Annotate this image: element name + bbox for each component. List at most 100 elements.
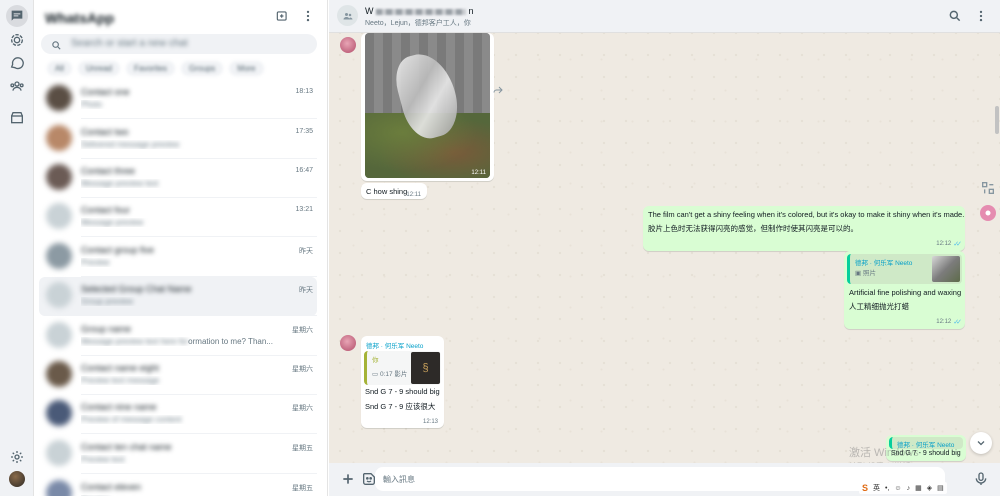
quoted-thumbnail xyxy=(932,256,960,282)
ime-toolbar[interactable]: S 英 •, ☺ ♪ ▦ ◈ ▤ xyxy=(859,482,947,494)
chat-preview: Delivered message preview xyxy=(81,140,311,149)
chat-list-item[interactable]: Contact elevenPreview星期五 xyxy=(39,475,317,496)
sender-avatar[interactable] xyxy=(340,37,356,53)
avatar[interactable] xyxy=(46,480,72,496)
chat-time: 13:21 xyxy=(295,206,313,213)
avatar[interactable] xyxy=(46,243,72,269)
avatar[interactable] xyxy=(46,440,72,466)
kebab-menu-icon[interactable] xyxy=(974,9,988,23)
message-photo[interactable]: 12:11 xyxy=(365,33,490,178)
chat-time: 星期六 xyxy=(292,366,313,373)
chat-time: 星期六 xyxy=(292,405,313,412)
photo-timestamp: 12:11 xyxy=(471,170,486,176)
avatar[interactable] xyxy=(46,361,72,387)
filter-chip-unread[interactable]: Unread xyxy=(77,61,121,76)
chat-preview-text: Delivered message preview xyxy=(81,140,180,149)
message-timestamp: 12:13 xyxy=(422,419,438,425)
status-icon[interactable] xyxy=(8,31,26,49)
avatar[interactable] xyxy=(46,125,72,151)
settings-icon[interactable] xyxy=(8,448,26,466)
avatar[interactable] xyxy=(46,400,72,426)
message-sender: 德邦 · 何乐军 Neeto xyxy=(366,343,424,350)
watermark-title: 激活 Windows xyxy=(849,447,919,459)
kebab-menu-icon[interactable] xyxy=(301,9,315,23)
avatar[interactable] xyxy=(46,164,72,190)
chat-name: Contact nine name xyxy=(81,402,157,412)
message-text-en: Artificial fine polishing and waxing xyxy=(849,288,962,297)
chat-time: 星期六 xyxy=(292,327,313,334)
chat-preview-text: Message preview text xyxy=(81,179,159,188)
outgoing-reply-message[interactable]: 德邦 · 何乐军 Neeto ▣ 照片 Artificial fine poli… xyxy=(844,251,965,329)
attach-plus-icon[interactable] xyxy=(340,471,356,487)
chat-name: Contact three xyxy=(81,166,136,176)
photo-message[interactable]: 12:11 xyxy=(361,33,494,181)
group-avatar[interactable] xyxy=(337,5,358,26)
avatar[interactable] xyxy=(46,322,72,348)
chat-preview: Preview text message xyxy=(81,376,311,385)
chat-time: 18:13 xyxy=(295,88,313,95)
quoted-text: ▣ 照片 xyxy=(855,267,876,277)
chat-preview-text: Preview xyxy=(81,258,110,267)
outgoing-message[interactable]: The film can't get a shiny feeling when … xyxy=(643,206,965,251)
punctuation-icon[interactable]: •, xyxy=(885,485,889,492)
voice-icon[interactable]: ♪ xyxy=(907,485,911,492)
chat-name: Contact eleven xyxy=(81,482,142,492)
chat-list-panel: WhatsApp Search or start a new chat All … xyxy=(35,0,328,496)
search-icon[interactable] xyxy=(948,9,962,23)
filter-chip-more[interactable]: More xyxy=(229,61,264,76)
keyboard-icon[interactable]: ▦ xyxy=(915,484,922,492)
ime-language[interactable]: 英 xyxy=(873,483,880,493)
communities-icon[interactable] xyxy=(8,77,26,95)
quoted-message[interactable]: 你 ▭ 0:17 影片 § xyxy=(364,351,441,385)
chat-list-item[interactable]: Contact two Delivered message preview 17:3… xyxy=(39,120,317,159)
assistant-float-icon[interactable] xyxy=(980,205,996,221)
filter-chip-groups[interactable]: Groups xyxy=(181,61,224,76)
chat-name: Group name xyxy=(81,324,132,334)
quoted-video-label: 0:17 影片 xyxy=(379,371,408,378)
caption-message[interactable]: C how shing 12:11 xyxy=(361,183,427,199)
search-placeholder: Search or start a new chat xyxy=(71,38,188,49)
quoted-message[interactable]: 德邦 · 何乐军 Neeto ▣ 照片 xyxy=(847,254,962,284)
chat-list-item[interactable]: Contact ten chat name Preview text 星期五 xyxy=(39,435,317,474)
chats-icon[interactable] xyxy=(6,5,28,27)
chat-name: Contact group five xyxy=(81,245,155,255)
avatar[interactable] xyxy=(46,85,72,111)
chat-list-item[interactable]: Contact nine name Preview of message cont… xyxy=(39,395,317,434)
profile-avatar[interactable] xyxy=(9,471,25,487)
search-input[interactable]: Search or start a new chat xyxy=(41,34,317,54)
incoming-reply-message[interactable]: 德邦 · 何乐军 Neeto 你 ▭ 0:17 影片 § Snd G 7 - 9… xyxy=(361,336,444,428)
conversation-title: W n xyxy=(365,6,474,16)
conversation-scrollbar[interactable] xyxy=(995,106,999,134)
sender-avatar[interactable] xyxy=(340,335,356,351)
chat-preview-text: Message preview xyxy=(81,218,144,227)
avatar[interactable] xyxy=(46,282,72,308)
side-tool-icon[interactable] xyxy=(980,180,996,196)
conversation-header[interactable]: W n Neeto，Lejun，德邦客户工人，你 xyxy=(329,0,1000,33)
forward-icon[interactable] xyxy=(492,83,504,95)
chat-name: Selected Group Chat Name xyxy=(81,284,192,294)
scroll-to-bottom-button[interactable] xyxy=(970,432,992,454)
chat-name: Contact two xyxy=(81,127,129,137)
chat-list-item[interactable]: Contact three Message preview text 16:47 xyxy=(39,159,317,198)
skin-icon[interactable]: ◈ xyxy=(927,484,932,492)
chat-list-item[interactable]: Group name Message preview text here foro… xyxy=(39,317,317,356)
chat-preview-text: Preview text xyxy=(81,455,125,464)
microphone-icon[interactable] xyxy=(973,471,989,487)
chat-list-item[interactable]: Contact four Message preview 13:21 xyxy=(39,198,317,237)
chat-list-item[interactable]: Contact name eight Preview text message 星期… xyxy=(39,356,317,395)
avatar[interactable] xyxy=(46,203,72,229)
store-icon[interactable] xyxy=(8,109,26,127)
new-chat-icon[interactable] xyxy=(275,9,289,23)
filter-chip-favorites[interactable]: Favorites xyxy=(126,61,176,76)
toolbox-icon[interactable]: ▤ xyxy=(937,484,944,492)
nav-rail xyxy=(0,0,34,496)
chat-preview: Message preview text here forormation to… xyxy=(81,337,311,346)
emoji-icon[interactable]: ☺ xyxy=(894,485,901,492)
quoted-sender: 德邦 · 何乐军 Neeto xyxy=(855,260,913,267)
chat-list-item[interactable]: Contact one Photo 18:13 xyxy=(39,80,317,119)
channels-icon[interactable] xyxy=(8,54,26,72)
conversation-title-start: W xyxy=(365,6,374,16)
chat-list-item[interactable]: Contact group five Preview 昨天 xyxy=(39,238,317,277)
chat-list-item[interactable]: Selected Group Chat Name Group preview 昨天 xyxy=(39,277,317,316)
filter-chip-all[interactable]: All xyxy=(47,61,72,76)
